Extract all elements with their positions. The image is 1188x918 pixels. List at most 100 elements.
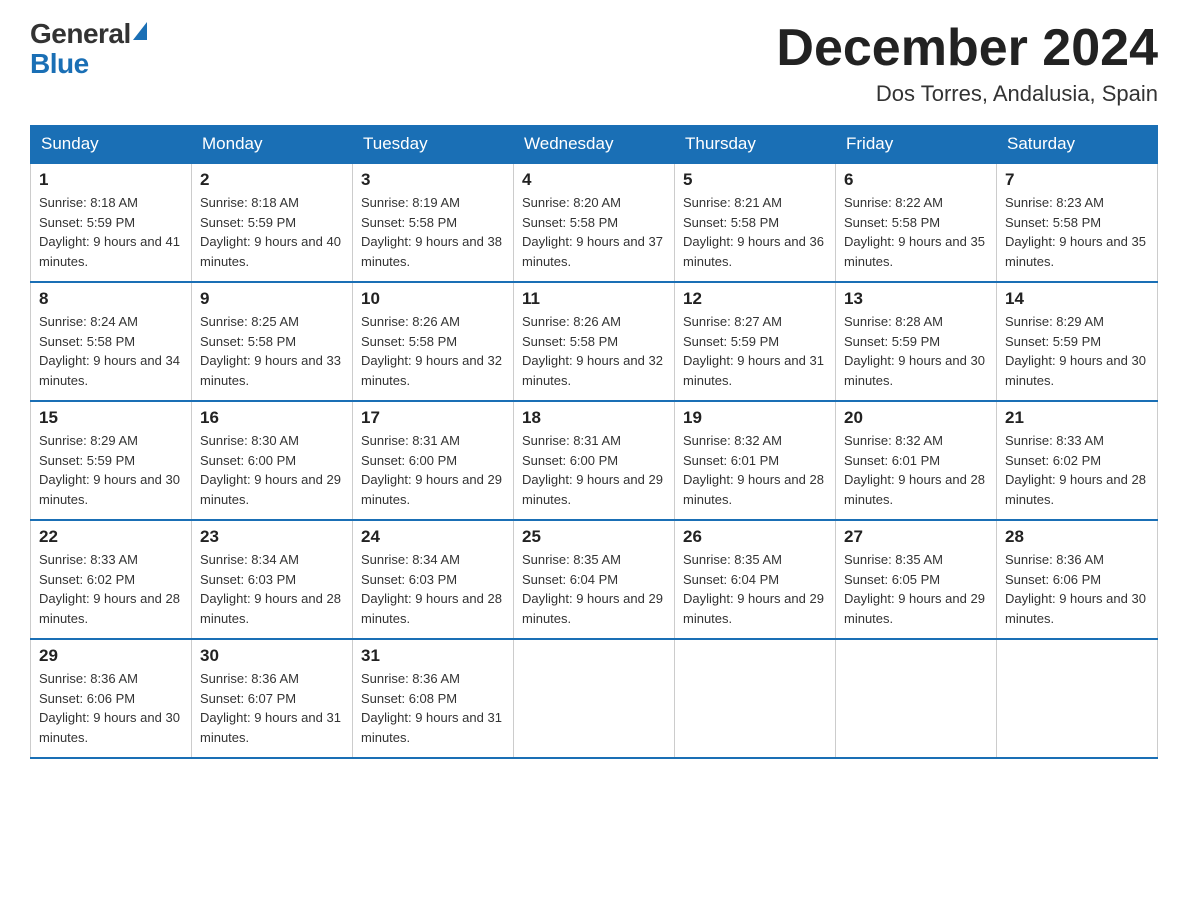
logo-blue-text: Blue: [30, 50, 89, 78]
calendar-cell: 26 Sunrise: 8:35 AM Sunset: 6:04 PM Dayl…: [675, 520, 836, 639]
day-info: Sunrise: 8:33 AM Sunset: 6:02 PM Dayligh…: [39, 550, 183, 628]
calendar-cell: 14 Sunrise: 8:29 AM Sunset: 5:59 PM Dayl…: [997, 282, 1158, 401]
calendar-body: 1 Sunrise: 8:18 AM Sunset: 5:59 PM Dayli…: [31, 163, 1158, 758]
logo: General Blue: [30, 20, 147, 78]
day-number: 6: [844, 170, 988, 190]
calendar-cell: 17 Sunrise: 8:31 AM Sunset: 6:00 PM Dayl…: [353, 401, 514, 520]
calendar-cell: 28 Sunrise: 8:36 AM Sunset: 6:06 PM Dayl…: [997, 520, 1158, 639]
day-number: 22: [39, 527, 183, 547]
day-info: Sunrise: 8:36 AM Sunset: 6:06 PM Dayligh…: [1005, 550, 1149, 628]
calendar-week-row: 29 Sunrise: 8:36 AM Sunset: 6:06 PM Dayl…: [31, 639, 1158, 758]
calendar-day-header: Saturday: [997, 126, 1158, 164]
month-title: December 2024: [776, 20, 1158, 77]
calendar-cell: 6 Sunrise: 8:22 AM Sunset: 5:58 PM Dayli…: [836, 163, 997, 282]
day-info: Sunrise: 8:27 AM Sunset: 5:59 PM Dayligh…: [683, 312, 827, 390]
day-number: 12: [683, 289, 827, 309]
calendar-cell: [997, 639, 1158, 758]
day-info: Sunrise: 8:19 AM Sunset: 5:58 PM Dayligh…: [361, 193, 505, 271]
calendar-week-row: 8 Sunrise: 8:24 AM Sunset: 5:58 PM Dayli…: [31, 282, 1158, 401]
calendar-cell: 21 Sunrise: 8:33 AM Sunset: 6:02 PM Dayl…: [997, 401, 1158, 520]
day-info: Sunrise: 8:18 AM Sunset: 5:59 PM Dayligh…: [39, 193, 183, 271]
day-number: 14: [1005, 289, 1149, 309]
day-info: Sunrise: 8:26 AM Sunset: 5:58 PM Dayligh…: [361, 312, 505, 390]
day-info: Sunrise: 8:35 AM Sunset: 6:04 PM Dayligh…: [683, 550, 827, 628]
calendar-cell: 29 Sunrise: 8:36 AM Sunset: 6:06 PM Dayl…: [31, 639, 192, 758]
day-info: Sunrise: 8:20 AM Sunset: 5:58 PM Dayligh…: [522, 193, 666, 271]
day-number: 20: [844, 408, 988, 428]
day-number: 4: [522, 170, 666, 190]
day-info: Sunrise: 8:30 AM Sunset: 6:00 PM Dayligh…: [200, 431, 344, 509]
calendar-cell: 22 Sunrise: 8:33 AM Sunset: 6:02 PM Dayl…: [31, 520, 192, 639]
day-number: 18: [522, 408, 666, 428]
day-info: Sunrise: 8:29 AM Sunset: 5:59 PM Dayligh…: [39, 431, 183, 509]
calendar-cell: [836, 639, 997, 758]
day-number: 5: [683, 170, 827, 190]
calendar-day-header: Thursday: [675, 126, 836, 164]
calendar-cell: 18 Sunrise: 8:31 AM Sunset: 6:00 PM Dayl…: [514, 401, 675, 520]
day-info: Sunrise: 8:36 AM Sunset: 6:06 PM Dayligh…: [39, 669, 183, 747]
calendar-day-header: Friday: [836, 126, 997, 164]
calendar-cell: [514, 639, 675, 758]
day-info: Sunrise: 8:21 AM Sunset: 5:58 PM Dayligh…: [683, 193, 827, 271]
calendar-cell: 11 Sunrise: 8:26 AM Sunset: 5:58 PM Dayl…: [514, 282, 675, 401]
day-info: Sunrise: 8:24 AM Sunset: 5:58 PM Dayligh…: [39, 312, 183, 390]
day-info: Sunrise: 8:26 AM Sunset: 5:58 PM Dayligh…: [522, 312, 666, 390]
day-number: 10: [361, 289, 505, 309]
calendar-week-row: 15 Sunrise: 8:29 AM Sunset: 5:59 PM Dayl…: [31, 401, 1158, 520]
calendar-cell: 15 Sunrise: 8:29 AM Sunset: 5:59 PM Dayl…: [31, 401, 192, 520]
day-number: 2: [200, 170, 344, 190]
calendar-cell: 1 Sunrise: 8:18 AM Sunset: 5:59 PM Dayli…: [31, 163, 192, 282]
calendar-cell: 12 Sunrise: 8:27 AM Sunset: 5:59 PM Dayl…: [675, 282, 836, 401]
day-info: Sunrise: 8:18 AM Sunset: 5:59 PM Dayligh…: [200, 193, 344, 271]
day-info: Sunrise: 8:36 AM Sunset: 6:08 PM Dayligh…: [361, 669, 505, 747]
page-header: General Blue December 2024 Dos Torres, A…: [30, 20, 1158, 107]
calendar-day-header: Sunday: [31, 126, 192, 164]
calendar-cell: 31 Sunrise: 8:36 AM Sunset: 6:08 PM Dayl…: [353, 639, 514, 758]
calendar-cell: 10 Sunrise: 8:26 AM Sunset: 5:58 PM Dayl…: [353, 282, 514, 401]
day-number: 1: [39, 170, 183, 190]
day-info: Sunrise: 8:29 AM Sunset: 5:59 PM Dayligh…: [1005, 312, 1149, 390]
calendar-cell: 20 Sunrise: 8:32 AM Sunset: 6:01 PM Dayl…: [836, 401, 997, 520]
calendar-cell: 8 Sunrise: 8:24 AM Sunset: 5:58 PM Dayli…: [31, 282, 192, 401]
day-number: 23: [200, 527, 344, 547]
day-number: 3: [361, 170, 505, 190]
day-number: 31: [361, 646, 505, 666]
calendar-cell: 27 Sunrise: 8:35 AM Sunset: 6:05 PM Dayl…: [836, 520, 997, 639]
calendar-table: SundayMondayTuesdayWednesdayThursdayFrid…: [30, 125, 1158, 759]
day-info: Sunrise: 8:33 AM Sunset: 6:02 PM Dayligh…: [1005, 431, 1149, 509]
day-number: 27: [844, 527, 988, 547]
day-number: 8: [39, 289, 183, 309]
calendar-cell: 3 Sunrise: 8:19 AM Sunset: 5:58 PM Dayli…: [353, 163, 514, 282]
day-number: 30: [200, 646, 344, 666]
day-number: 15: [39, 408, 183, 428]
day-number: 16: [200, 408, 344, 428]
calendar-day-header: Tuesday: [353, 126, 514, 164]
day-info: Sunrise: 8:28 AM Sunset: 5:59 PM Dayligh…: [844, 312, 988, 390]
calendar-cell: 16 Sunrise: 8:30 AM Sunset: 6:00 PM Dayl…: [192, 401, 353, 520]
logo-triangle-icon: [133, 22, 147, 40]
day-info: Sunrise: 8:32 AM Sunset: 6:01 PM Dayligh…: [683, 431, 827, 509]
day-number: 28: [1005, 527, 1149, 547]
logo-general-text: General: [30, 20, 131, 48]
day-info: Sunrise: 8:34 AM Sunset: 6:03 PM Dayligh…: [200, 550, 344, 628]
day-number: 25: [522, 527, 666, 547]
calendar-cell: 7 Sunrise: 8:23 AM Sunset: 5:58 PM Dayli…: [997, 163, 1158, 282]
calendar-header-row: SundayMondayTuesdayWednesdayThursdayFrid…: [31, 126, 1158, 164]
calendar-day-header: Wednesday: [514, 126, 675, 164]
calendar-cell: [675, 639, 836, 758]
day-info: Sunrise: 8:31 AM Sunset: 6:00 PM Dayligh…: [522, 431, 666, 509]
day-number: 17: [361, 408, 505, 428]
calendar-cell: 30 Sunrise: 8:36 AM Sunset: 6:07 PM Dayl…: [192, 639, 353, 758]
calendar-cell: 25 Sunrise: 8:35 AM Sunset: 6:04 PM Dayl…: [514, 520, 675, 639]
calendar-week-row: 1 Sunrise: 8:18 AM Sunset: 5:59 PM Dayli…: [31, 163, 1158, 282]
calendar-cell: 24 Sunrise: 8:34 AM Sunset: 6:03 PM Dayl…: [353, 520, 514, 639]
calendar-cell: 23 Sunrise: 8:34 AM Sunset: 6:03 PM Dayl…: [192, 520, 353, 639]
location-title: Dos Torres, Andalusia, Spain: [776, 81, 1158, 107]
calendar-cell: 13 Sunrise: 8:28 AM Sunset: 5:59 PM Dayl…: [836, 282, 997, 401]
day-number: 11: [522, 289, 666, 309]
calendar-cell: 5 Sunrise: 8:21 AM Sunset: 5:58 PM Dayli…: [675, 163, 836, 282]
calendar-cell: 4 Sunrise: 8:20 AM Sunset: 5:58 PM Dayli…: [514, 163, 675, 282]
calendar-week-row: 22 Sunrise: 8:33 AM Sunset: 6:02 PM Dayl…: [31, 520, 1158, 639]
day-number: 24: [361, 527, 505, 547]
day-info: Sunrise: 8:35 AM Sunset: 6:05 PM Dayligh…: [844, 550, 988, 628]
